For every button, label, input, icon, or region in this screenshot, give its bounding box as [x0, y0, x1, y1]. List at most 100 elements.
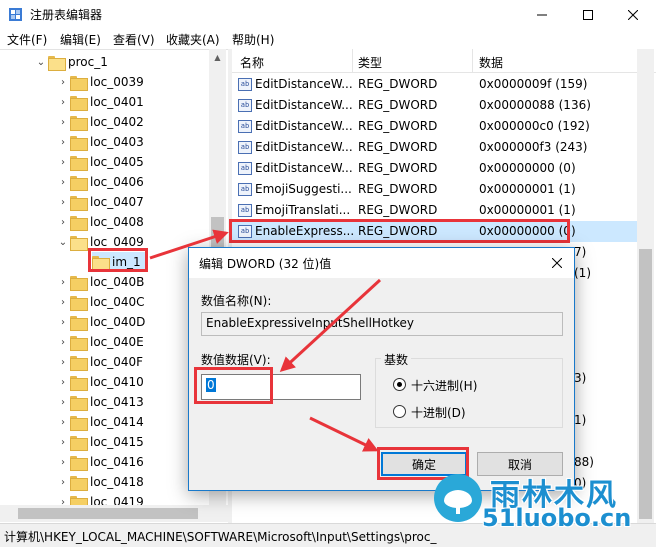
list-row[interactable]: ab EditDistanceW... REG_DWORD 0x000000f3 (2… [232, 137, 637, 158]
expand-chevron-icon[interactable]: › [56, 152, 70, 172]
value-name: EditDistanceW... [255, 161, 353, 175]
tree-item[interactable]: › loc_0405 [56, 152, 144, 172]
value-name: EditDistanceW... [255, 140, 353, 154]
tree-item[interactable]: › loc_040D [56, 312, 145, 332]
menu-help[interactable]: 帮助(H) [232, 31, 274, 48]
expand-chevron-icon[interactable]: › [56, 72, 70, 92]
folder-icon [70, 295, 88, 311]
expand-chevron-icon[interactable]: › [56, 292, 70, 312]
tree-item-label: loc_0415 [90, 435, 144, 449]
expand-chevron-icon[interactable]: › [56, 312, 70, 332]
value-data: 0x00000000 (0) [479, 161, 576, 175]
close-icon [628, 9, 638, 20]
dialog-close-button[interactable] [546, 252, 568, 274]
expand-chevron-icon[interactable]: › [56, 212, 70, 232]
tree-item[interactable]: › loc_040E [56, 332, 144, 352]
tree-item[interactable]: › loc_040B [56, 272, 144, 292]
expand-chevron-icon[interactable]: › [56, 192, 70, 212]
menu-bar: 文件(F) 编辑(E) 查看(V) 收藏夹(A) 帮助(H) [0, 29, 656, 49]
minimize-icon [537, 14, 547, 15]
maximize-button[interactable] [565, 0, 611, 29]
expand-chevron-icon[interactable]: › [56, 332, 70, 352]
expand-chevron-icon[interactable]: › [56, 412, 70, 432]
tree-item[interactable]: › loc_0414 [56, 412, 144, 432]
radio-decimal[interactable] [393, 405, 406, 418]
tree-item[interactable]: › loc_0415 [56, 432, 144, 452]
expand-chevron-icon[interactable]: › [56, 132, 70, 152]
tree-item-label: loc_0418 [90, 475, 144, 489]
tree-item[interactable]: › loc_0403 [56, 132, 144, 152]
expand-chevron-icon[interactable]: › [56, 172, 70, 192]
value-name-field[interactable]: EnableExpressiveInputShellHotkey [201, 312, 563, 336]
tree-item[interactable]: › loc_0418 [56, 472, 144, 492]
expand-chevron-icon[interactable]: › [56, 352, 70, 372]
radio-hex[interactable] [393, 378, 406, 391]
tree-item[interactable]: › loc_0039 [56, 72, 144, 92]
collapse-chevron-icon[interactable]: ⌄ [34, 52, 48, 72]
partial-value: 3) [574, 371, 587, 385]
tree-item-label: loc_040C [90, 295, 145, 309]
scroll-thumb[interactable] [18, 508, 198, 519]
annotation-box-value-data [194, 367, 273, 404]
tree-item[interactable]: › loc_0406 [56, 172, 144, 192]
close-button[interactable] [610, 0, 656, 29]
tree-item[interactable]: › loc_0407 [56, 192, 144, 212]
column-divider[interactable] [472, 49, 473, 73]
menu-edit[interactable]: 编辑(E) [60, 31, 101, 48]
column-header-name[interactable]: 名称 [240, 54, 264, 71]
list-row[interactable]: ab EmojiSuggesti... REG_DWORD 0x00000001 (1… [232, 179, 637, 200]
tree-item[interactable]: › loc_0416 [56, 452, 144, 472]
tree-item-label: loc_0405 [90, 155, 144, 169]
expand-chevron-icon[interactable]: › [56, 272, 70, 292]
scroll-up-icon[interactable]: ▲ [209, 49, 226, 66]
list-vertical-scrollbar[interactable] [637, 49, 654, 523]
radio-decimal-label[interactable]: 十进制(D) [411, 404, 466, 421]
value-type: REG_DWORD [358, 77, 438, 91]
tree-item[interactable]: › loc_0410 [56, 372, 144, 392]
menu-view[interactable]: 查看(V) [113, 31, 155, 48]
tree-item[interactable]: › loc_040F [56, 352, 143, 372]
tree-item[interactable]: › loc_0401 [56, 92, 144, 112]
dialog-title-bar: 编辑 DWORD (32 位)值 [189, 248, 574, 278]
tree-item[interactable]: › loc_0413 [56, 392, 144, 412]
status-path: 计算机\HKEY_LOCAL_MACHINE\SOFTWARE\Microsof… [4, 530, 437, 544]
minimize-button[interactable] [519, 0, 565, 29]
list-header: 名称 类型 数据 [232, 49, 656, 73]
expand-chevron-icon[interactable]: › [56, 372, 70, 392]
radio-hex-label[interactable]: 十六进制(H) [411, 377, 477, 394]
expand-chevron-icon[interactable]: › [56, 92, 70, 112]
collapse-chevron-icon[interactable]: ⌄ [56, 232, 70, 252]
reg-dword-icon: ab [238, 99, 252, 112]
column-header-data[interactable]: 数据 [479, 54, 503, 71]
column-divider[interactable] [352, 49, 353, 73]
tree-item-label: loc_0402 [90, 115, 144, 129]
partial-value: 88) [574, 455, 594, 469]
folder-icon [70, 135, 88, 151]
expand-chevron-icon[interactable]: › [56, 392, 70, 412]
expand-chevron-icon[interactable]: › [56, 452, 70, 472]
tree-horizontal-scrollbar[interactable] [0, 505, 228, 522]
expand-chevron-icon[interactable]: › [56, 472, 70, 492]
tree-item-label: loc_040B [90, 275, 145, 289]
list-row[interactable]: ab EditDistanceW... REG_DWORD 0x00000000 (0… [232, 158, 637, 179]
folder-icon [70, 195, 88, 211]
list-row[interactable]: ab EditDistanceW... REG_DWORD 0x0000009f (1… [232, 74, 637, 95]
column-header-type[interactable]: 类型 [358, 54, 382, 71]
watermark-logo: 雨林木风 51luobo.cn [430, 470, 656, 532]
folder-icon [70, 395, 88, 411]
dialog-title: 编辑 DWORD (32 位)值 [199, 257, 332, 271]
menu-favorites[interactable]: 收藏夹(A) [166, 31, 220, 48]
expand-chevron-icon[interactable]: › [56, 112, 70, 132]
list-row[interactable]: ab EditDistanceW... REG_DWORD 0x00000088 (1… [232, 95, 637, 116]
tree-item[interactable]: › loc_0408 [56, 212, 144, 232]
value-name: EmojiSuggesti... [255, 182, 352, 196]
base-group-label: 基数 [381, 351, 412, 368]
tree-item[interactable]: › loc_0402 [56, 112, 144, 132]
list-row[interactable]: ab EditDistanceW... REG_DWORD 0x000000c0 (1… [232, 116, 637, 137]
value-type: REG_DWORD [358, 203, 438, 217]
tree-item[interactable]: › loc_040C [56, 292, 145, 312]
list-row[interactable]: ab EmojiTranslati... REG_DWORD 0x00000001 (… [232, 200, 637, 221]
menu-file[interactable]: 文件(F) [7, 31, 47, 48]
tree-item-proc-1[interactable]: ⌄ proc_1 [34, 52, 108, 72]
expand-chevron-icon[interactable]: › [56, 432, 70, 452]
